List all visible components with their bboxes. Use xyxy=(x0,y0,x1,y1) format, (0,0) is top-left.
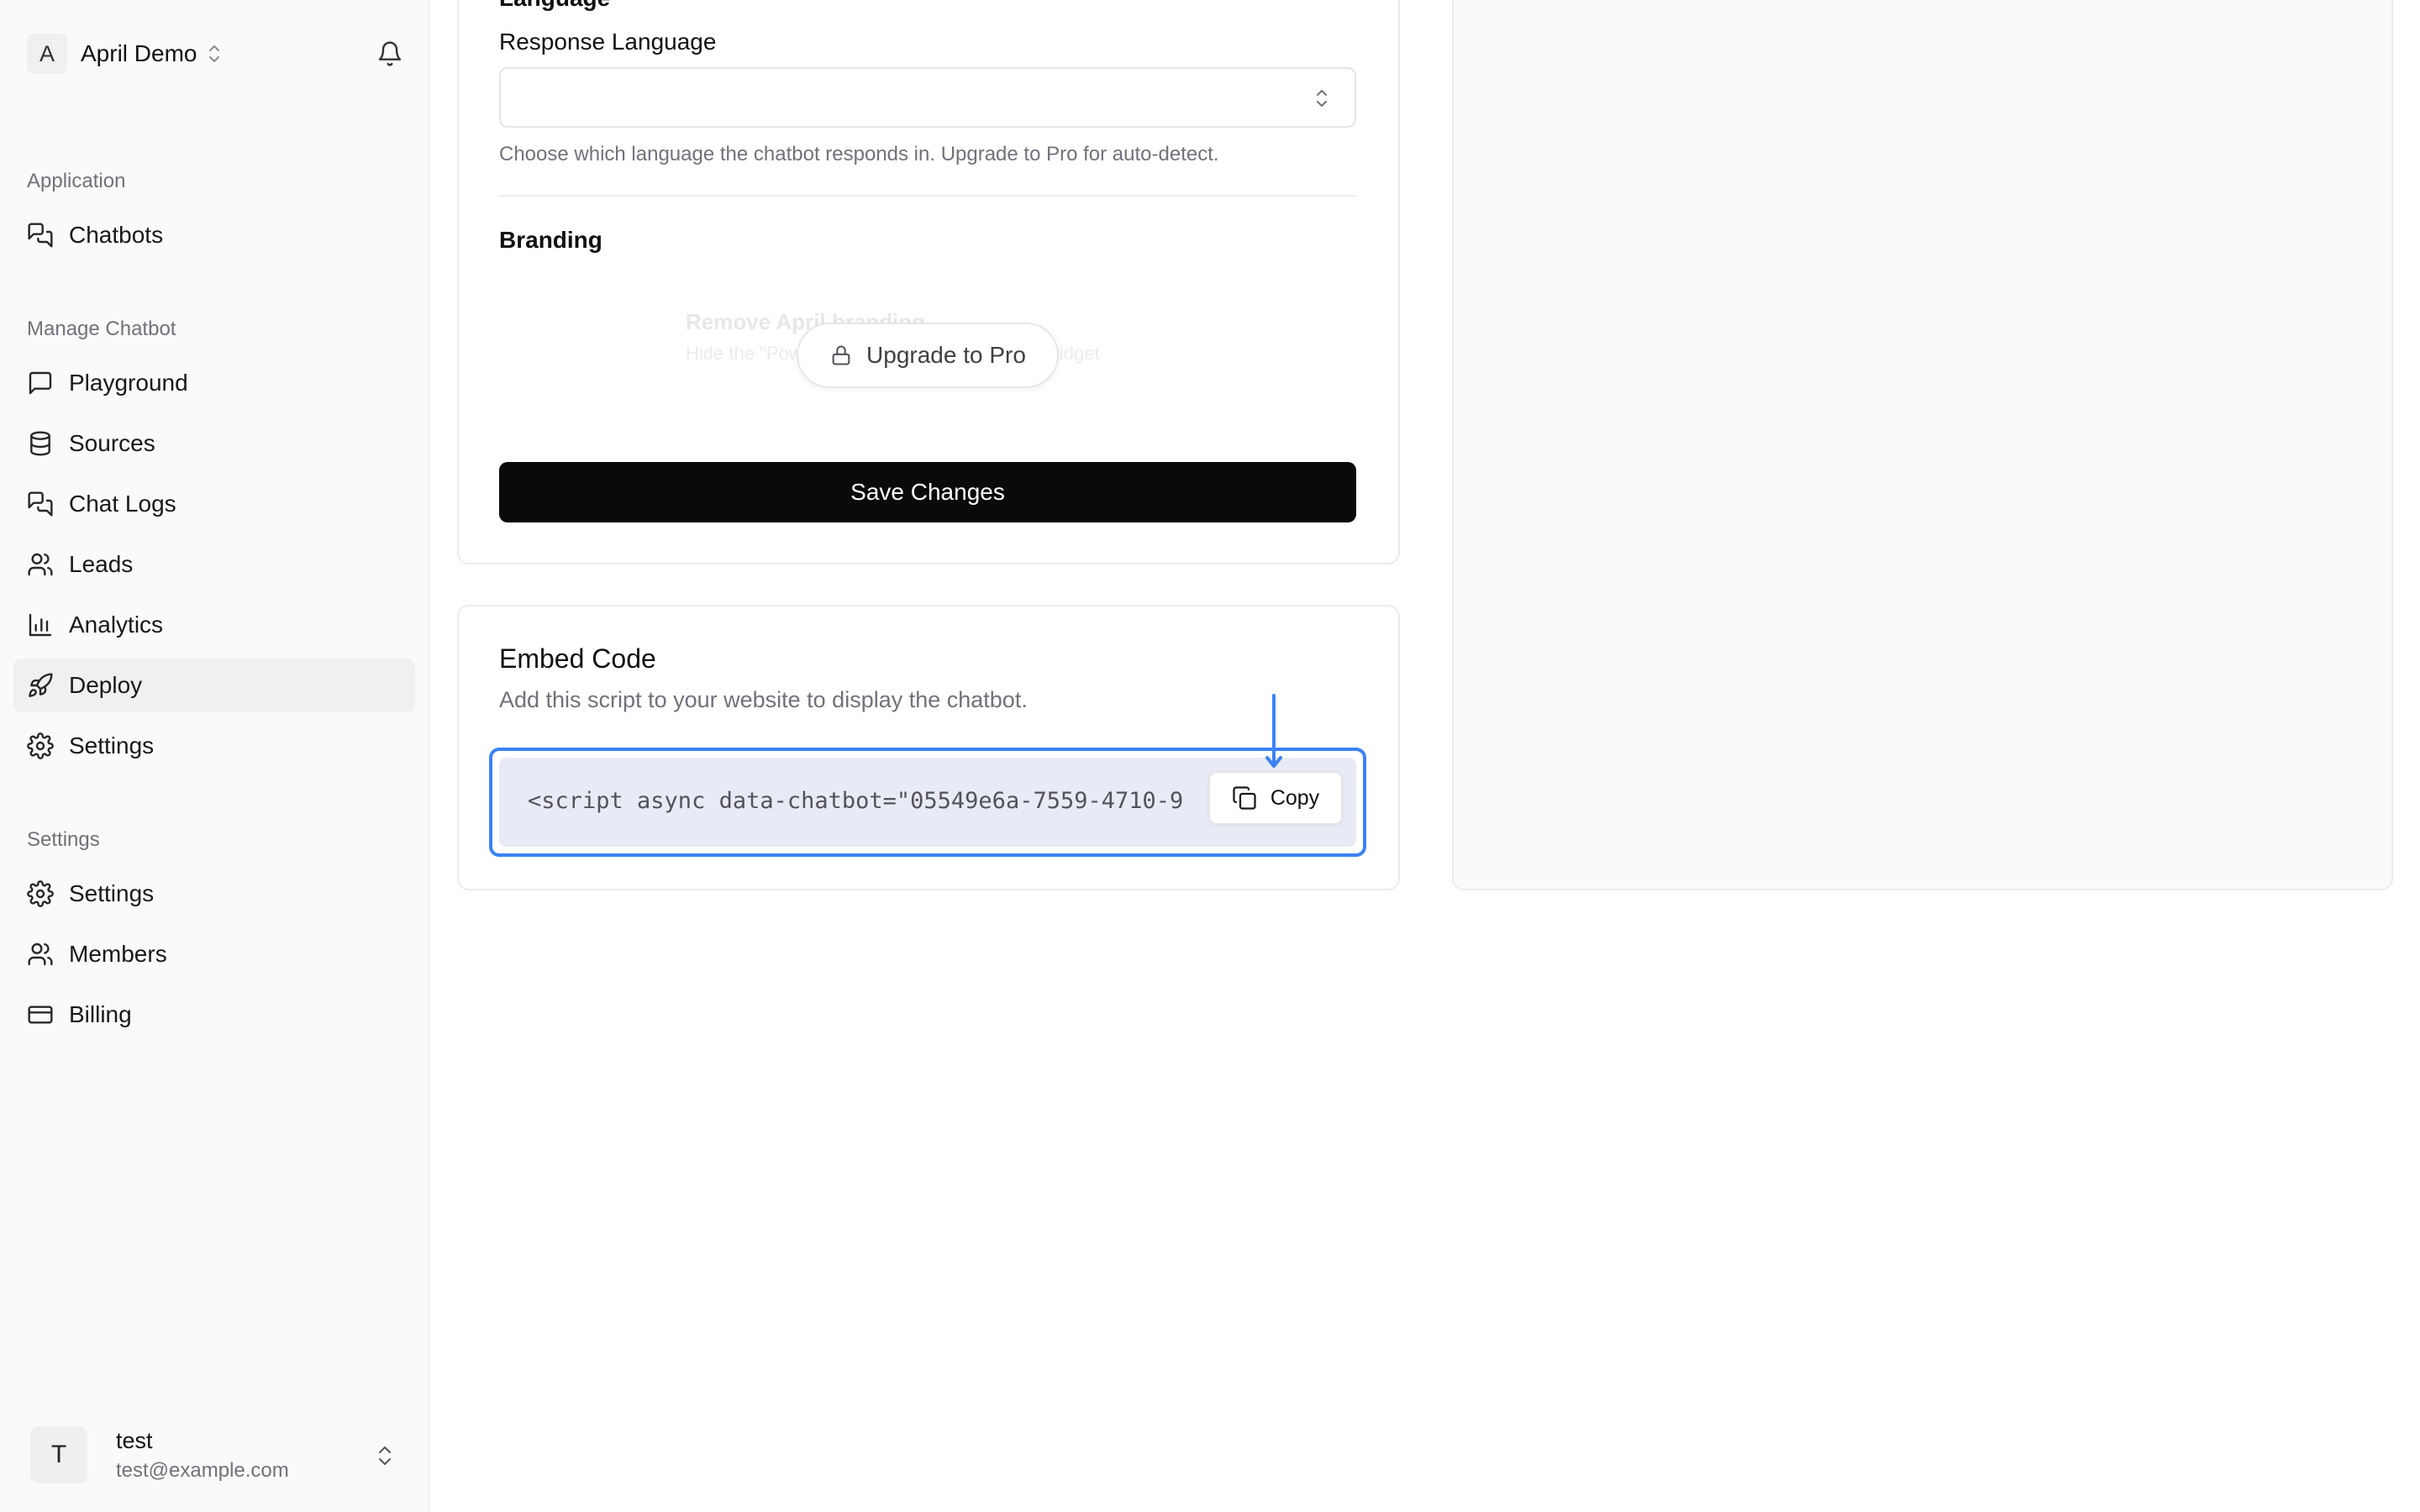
user-email: test@example.com xyxy=(116,1458,289,1482)
gear-icon xyxy=(27,732,54,759)
message-square-icon xyxy=(29,371,52,395)
sidebar-item-members[interactable]: Members xyxy=(13,927,415,981)
language-section-title: Language xyxy=(499,0,610,12)
sidebar-item-chatbot-settings[interactable]: Settings xyxy=(13,719,415,773)
section-label-manage-chatbot: Manage Chatbot xyxy=(27,318,176,340)
rocket-icon xyxy=(29,673,53,697)
sidebar-item-label: Sources xyxy=(69,430,155,456)
divider xyxy=(499,195,1356,197)
embed-code-title: Embed Code xyxy=(499,643,656,674)
credit-card-icon xyxy=(28,1005,53,1024)
database-icon xyxy=(30,431,50,456)
embed-code-description: Add this script to your website to displ… xyxy=(499,687,1028,712)
response-language-label: Response Language xyxy=(499,29,717,55)
users-icon xyxy=(28,553,53,576)
sidebar-item-playground[interactable]: Playground xyxy=(13,356,415,410)
workspace-avatar: A xyxy=(27,34,67,74)
embed-code-text: <script async data-chatbot="05549e6a-755… xyxy=(528,788,1184,814)
users-icon xyxy=(28,942,53,966)
bar-chart-icon xyxy=(29,613,52,637)
sidebar-item-label: Deploy xyxy=(69,672,143,698)
sidebar-item-label: Analytics xyxy=(69,612,164,638)
gear-icon xyxy=(27,880,54,907)
workspace-switcher[interactable]: A April Demo xyxy=(27,34,403,74)
sidebar-item-label: Chat Logs xyxy=(69,491,176,517)
lock-icon xyxy=(832,345,850,365)
sidebar-item-analytics[interactable]: Analytics xyxy=(13,598,415,652)
sidebar-item-billing[interactable]: Billing xyxy=(13,988,415,1042)
upgrade-to-pro-button[interactable]: Upgrade to Pro xyxy=(797,323,1059,388)
sidebar-item-label: Chatbots xyxy=(69,222,164,248)
workspace-name: April Demo xyxy=(81,40,197,66)
sidebar-item-label: Settings xyxy=(69,880,155,906)
arrow-down-icon xyxy=(1265,694,1282,768)
save-changes-button[interactable]: Save Changes xyxy=(499,462,1356,522)
sidebar-item-leads[interactable]: Leads xyxy=(13,538,415,591)
sidebar-item-label: Playground xyxy=(69,370,188,396)
sidebar-item-chat-logs[interactable]: Chat Logs xyxy=(13,477,415,531)
user-name: test xyxy=(116,1427,153,1453)
chevrons-up-down-icon xyxy=(1317,90,1327,107)
upgrade-label: Upgrade to Pro xyxy=(866,342,1026,368)
avatar: T xyxy=(30,1426,87,1483)
sidebar-item-label: Leads xyxy=(69,551,134,577)
sidebar-item-sources[interactable]: Sources xyxy=(13,417,415,470)
sidebar-item-chatbots[interactable]: Chatbots xyxy=(13,208,415,262)
response-language-help: Choose which language the chatbot respon… xyxy=(499,143,1219,165)
chatbot-preview-panel xyxy=(1452,0,2393,890)
chevrons-up-down-icon xyxy=(379,1446,391,1465)
branding-title: Branding xyxy=(499,227,602,253)
response-language-select[interactable] xyxy=(499,67,1356,128)
chevrons-up-down-icon xyxy=(209,45,220,62)
sidebar-item-deploy[interactable]: Deploy xyxy=(13,659,415,712)
copy-button[interactable]: Copy xyxy=(1208,771,1343,825)
section-label-application: Application xyxy=(27,170,126,192)
user-menu[interactable]: T test test@example.com xyxy=(13,1410,415,1500)
sidebar-item-label: Settings xyxy=(69,732,155,759)
bell-icon[interactable] xyxy=(376,40,403,67)
chat-bubbles-icon xyxy=(28,491,53,517)
sidebar: A April Demo Application Chatbots Manage… xyxy=(0,0,430,1512)
sidebar-item-label: Members xyxy=(69,941,167,967)
copy-icon xyxy=(1233,786,1256,810)
chat-bubbles-icon xyxy=(28,223,53,248)
sidebar-item-label: Billing xyxy=(69,1001,132,1027)
copy-label: Copy xyxy=(1270,785,1320,810)
section-label-settings: Settings xyxy=(27,828,100,851)
sidebar-item-settings[interactable]: Settings xyxy=(13,867,415,921)
